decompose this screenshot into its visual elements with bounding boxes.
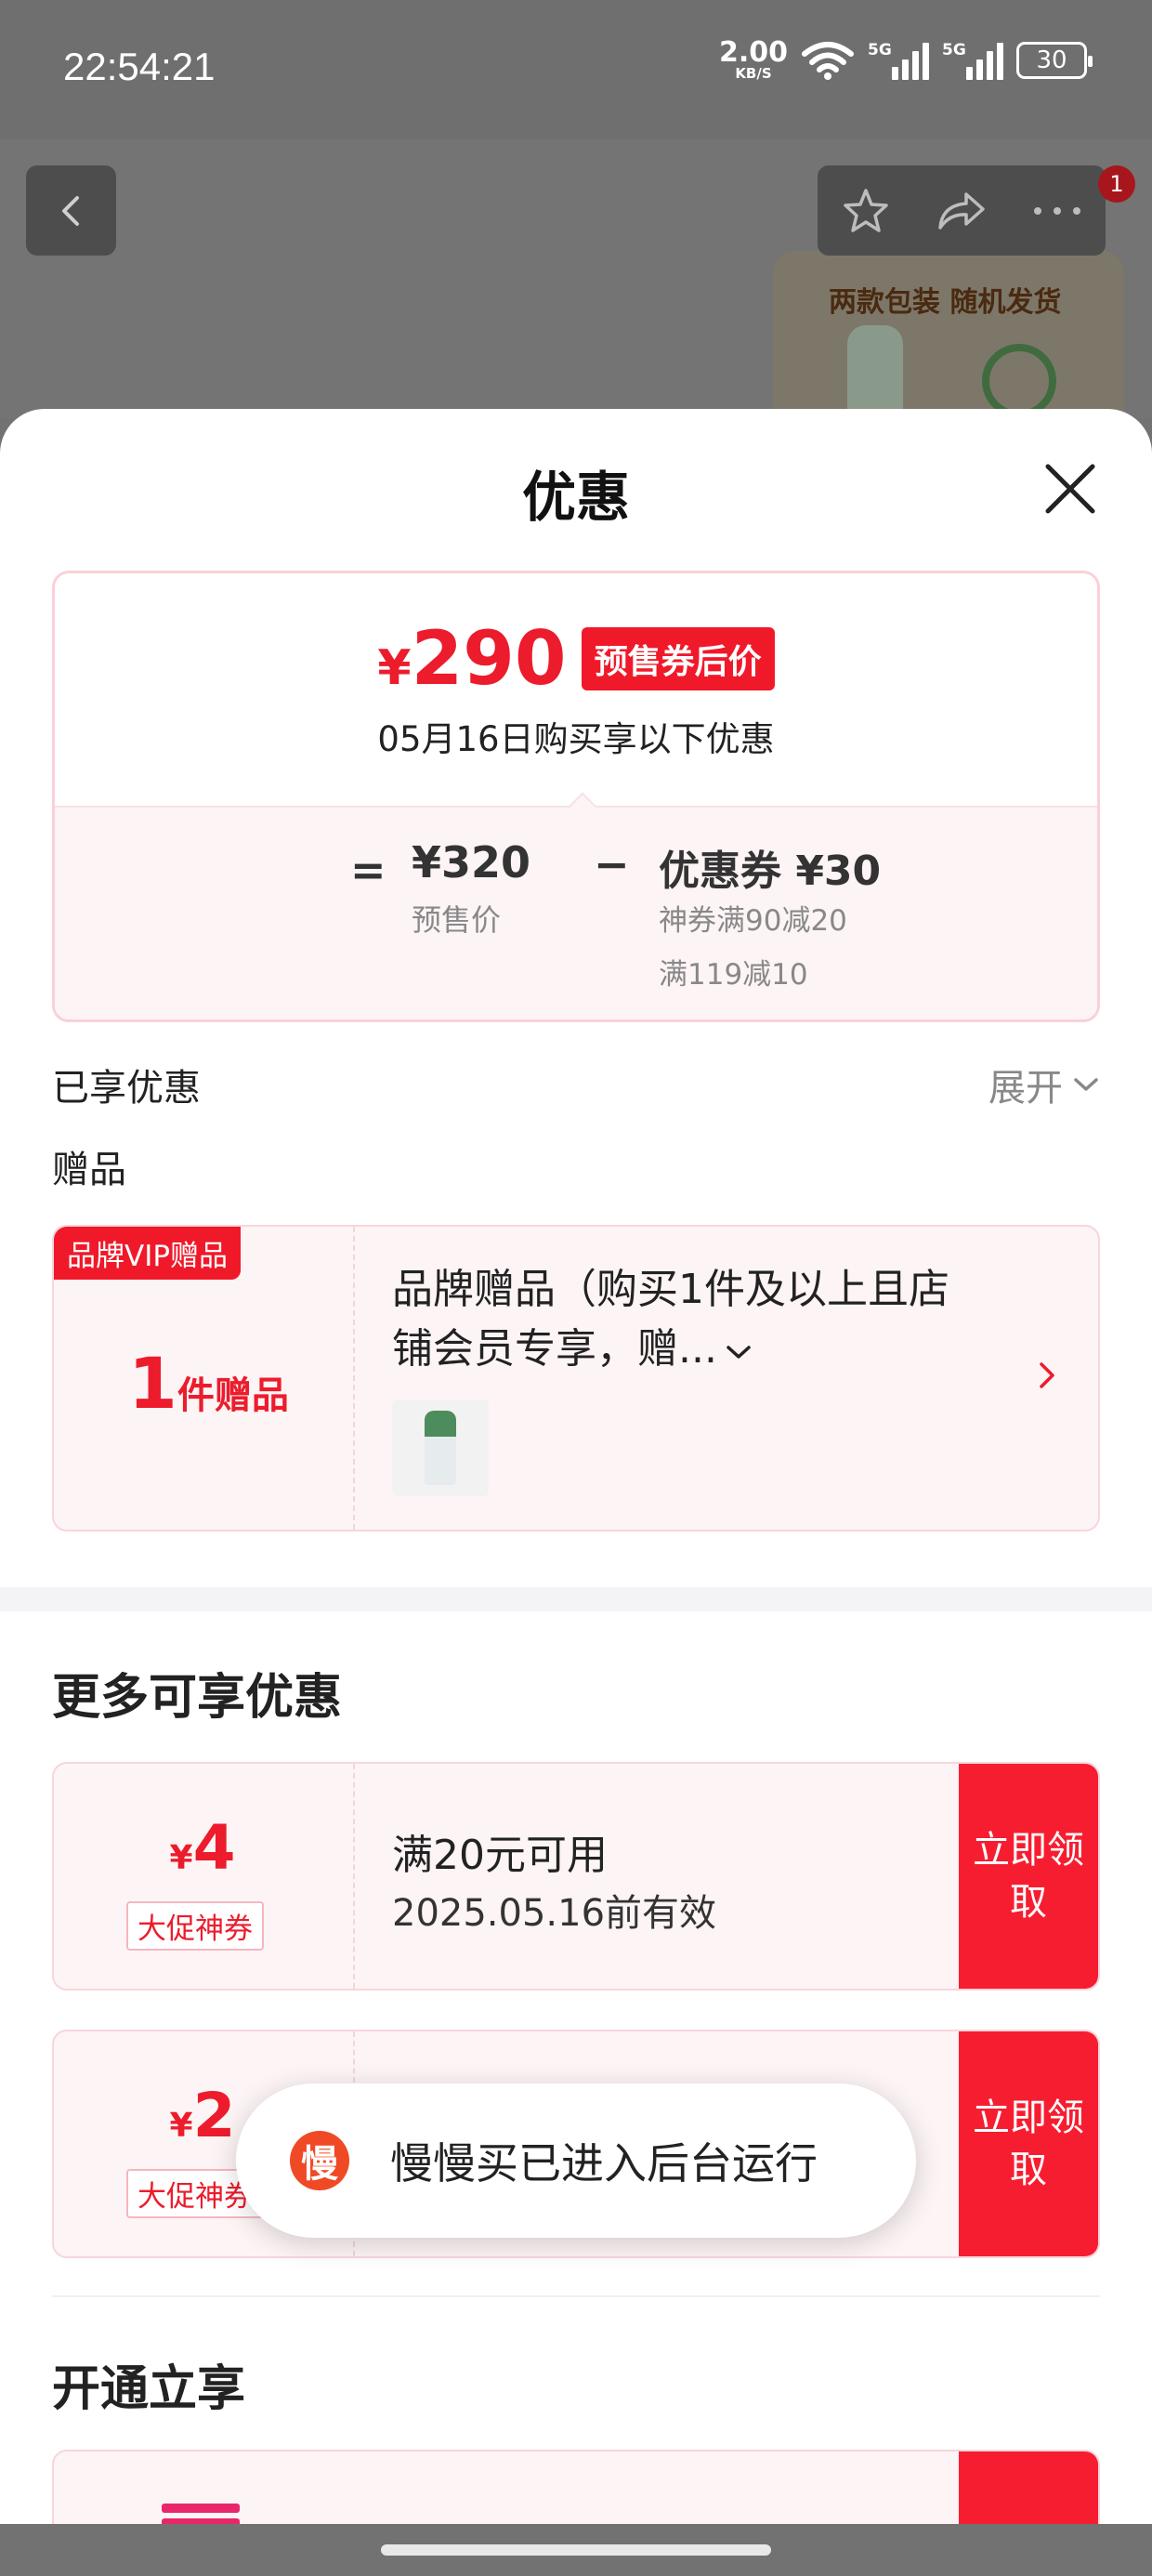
claim-coupon-button[interactable]: 立即领取 [959, 1764, 1098, 1989]
currency-symbol: ¥ [377, 640, 412, 696]
top-actions [818, 165, 1106, 256]
net-speed-value: 2.00 [718, 36, 788, 69]
status-bar: 22:54:21 2.00 KB/S 5G 5G 30 [0, 0, 1152, 139]
share-icon [938, 191, 985, 230]
final-price: ¥290 [377, 622, 566, 696]
membership-section-title: 开通立享 [52, 2361, 246, 2417]
price-type-badge: 预售券后价 [581, 627, 775, 690]
final-price-row: ¥290 预售券后价 [55, 622, 1097, 696]
coupon-tag: 大促神券 [126, 1901, 264, 1951]
back-button[interactable] [26, 165, 116, 256]
gift-vip-tag: 品牌VIP赠品 [54, 1227, 242, 1280]
signal-type: 5G [868, 40, 892, 59]
gesture-nav-bar [0, 2524, 1152, 2576]
home-indicator[interactable] [381, 2544, 771, 2556]
signal-icon: 5G [868, 41, 929, 80]
star-icon [843, 188, 888, 232]
more-button[interactable] [1020, 174, 1094, 248]
expand-button[interactable]: 展开 [988, 1058, 1100, 1111]
gift-count-number: 1 [128, 1342, 177, 1425]
wifi-icon [802, 41, 854, 80]
notification-badge: 1 [1098, 165, 1135, 203]
clock: 22:54:21 [63, 45, 216, 88]
equals-sign: = [350, 845, 386, 895]
gift-card[interactable]: 品牌VIP赠品 1 件赠品 品牌赠品（购买1件及以上且店铺会员专享，赠... [52, 1225, 1100, 1531]
dashed-divider [353, 1227, 355, 1530]
coupon-card: ¥4 大促神券 满20元可用 2025.05.16前有效 立即领取 [52, 1762, 1100, 1991]
presale-price: ¥320 [412, 837, 531, 887]
brand-logo [982, 344, 1056, 418]
price-summary-top: ¥290 预售券后价 05月16日购买享以下优惠 [55, 573, 1097, 806]
coupon-expiry: 2025.05.16前有效 [392, 1892, 717, 1935]
chevron-right-icon[interactable] [1033, 1357, 1061, 1394]
membership-card[interactable] [52, 2450, 1100, 2528]
coupon-condition: 满20元可用 [392, 1832, 608, 1879]
gift-thumbnail[interactable] [392, 1400, 489, 1496]
minus-sign: − [594, 839, 630, 889]
background-run-toast: 慢 慢慢买已进入后台运行 [236, 2083, 916, 2238]
signal-type: 5G [942, 40, 966, 59]
sheet-title: 优惠 [521, 466, 630, 529]
currency-symbol: ¥ [169, 2107, 193, 2145]
more-dots-icon [1034, 206, 1081, 215]
favorite-button[interactable] [829, 174, 903, 248]
more-discounts-title: 更多可享优惠 [52, 1670, 343, 1726]
enjoyed-discounts-label: 已享优惠 [52, 1067, 201, 1110]
price-breakdown: = ¥320 预售价 − 优惠券 ¥30 神券满90减20 满119减10 [55, 806, 1097, 1019]
presale-label: 预售价 [412, 902, 502, 938]
chevron-down-icon [1074, 1078, 1098, 1091]
gift-count: 1 件赠品 [128, 1342, 289, 1425]
coupon-total: 优惠券 ¥30 [659, 848, 882, 895]
bottle-graphic [847, 325, 903, 418]
gift-section-label: 赠品 [52, 1149, 126, 1191]
product-image: 两款包装 随机发货 [773, 251, 1124, 418]
price-summary-card: ¥290 预售券后价 05月16日购买享以下优惠 = ¥320 预售价 − 优惠… [52, 571, 1100, 1022]
close-icon[interactable] [1042, 461, 1098, 517]
gift-description-text: 品牌赠品（购买1件及以上且店铺会员专享，赠... [392, 1266, 949, 1373]
membership-claim-button[interactable] [959, 2451, 1098, 2528]
net-speed-unit: KB/S [735, 65, 772, 82]
product-banner-text: 两款包装 随机发货 [829, 286, 1062, 319]
chevron-down-icon[interactable] [723, 1342, 754, 1362]
currency-symbol: ¥ [169, 1839, 193, 1877]
coupon-detail: 神券满90减20 [659, 904, 847, 938]
gift-count-unit: 件赠品 [177, 1374, 289, 1417]
expand-label: 展开 [988, 1067, 1063, 1110]
coupon-amount: 4 [192, 1812, 236, 1884]
coupon-detail: 满119减10 [659, 958, 808, 992]
claim-coupon-button[interactable]: 立即领取 [959, 2031, 1098, 2256]
status-icons: 2.00 KB/S 5G 5G 30 [719, 39, 1093, 81]
app-icon: 慢 [290, 2131, 349, 2190]
coupon-amount: 2 [192, 2080, 236, 2151]
gift-description: 品牌赠品（购买1件及以上且店铺会员专享，赠... [392, 1260, 987, 1379]
net-speed: 2.00 KB/S [719, 39, 788, 81]
gift-bottle-image [425, 1411, 456, 1485]
toast-message: 慢慢买已进入后台运行 [390, 2138, 818, 2188]
section-divider [0, 1587, 1152, 1611]
divider [52, 2295, 1100, 2297]
dashed-divider [353, 1764, 355, 1989]
chevron-left-icon [61, 195, 79, 226]
final-price-value: 290 [411, 615, 567, 702]
share-button[interactable] [924, 174, 999, 248]
purchase-date-note: 05月16日购买享以下优惠 [377, 719, 775, 759]
signal-icon: 5G [942, 41, 1003, 80]
battery-icon: 30 [1016, 41, 1093, 79]
coupon-value: ¥4 [54, 1812, 351, 1884]
